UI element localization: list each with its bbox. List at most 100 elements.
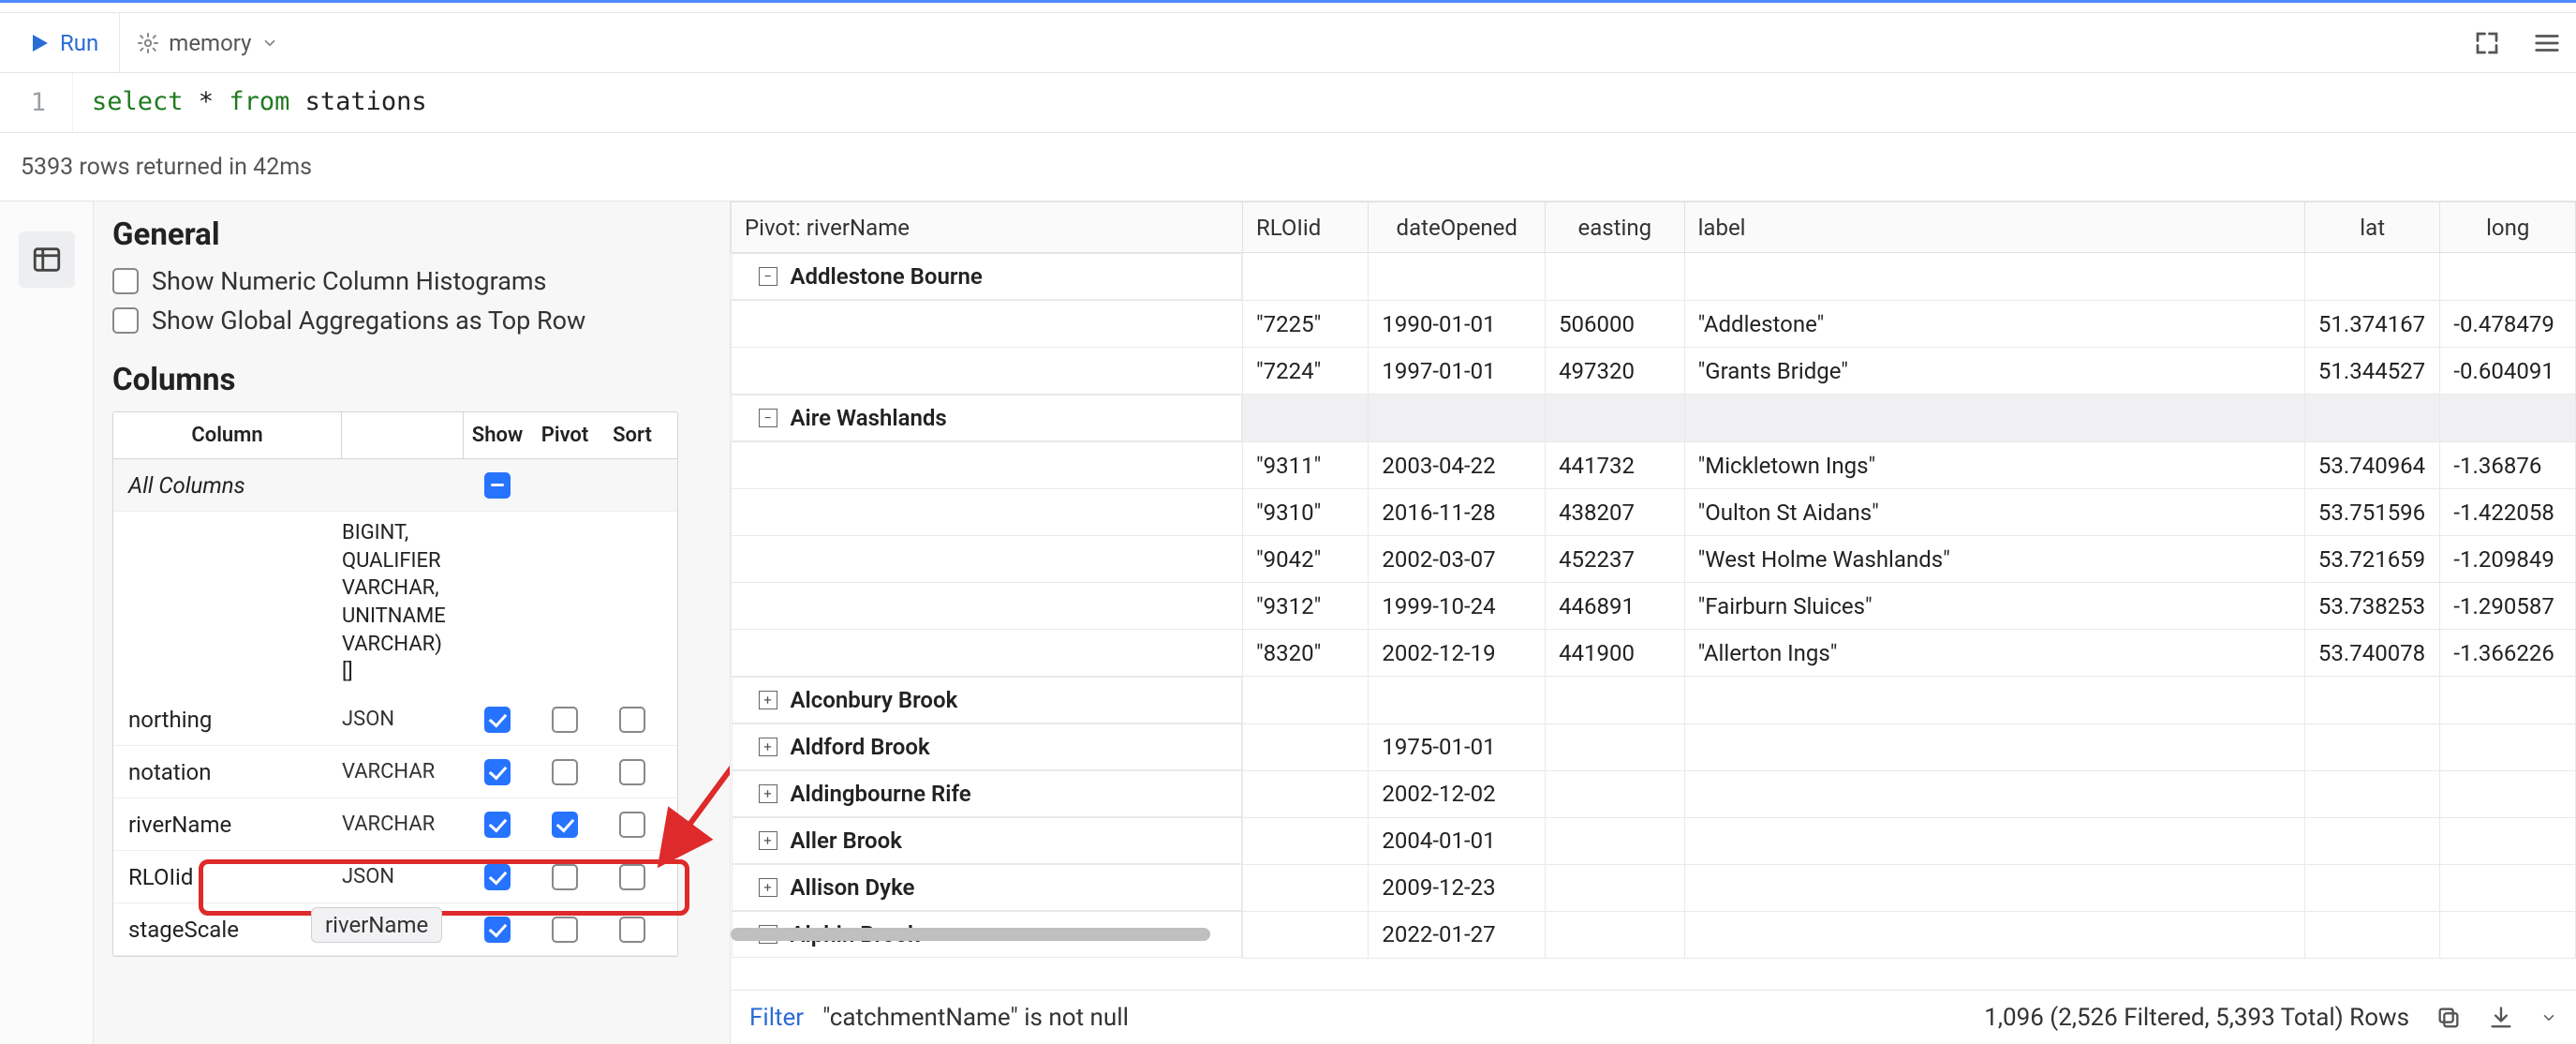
cell-easting: 452237 <box>1546 536 1685 583</box>
connection-label: memory <box>169 30 251 56</box>
opt-aggregations[interactable]: Show Global Aggregations as Top Row <box>112 306 711 336</box>
run-button[interactable]: Run <box>15 13 120 72</box>
cell-easting: 446891 <box>1546 583 1685 630</box>
grid-header-long[interactable]: long <box>2440 202 2576 253</box>
sql-code: select * from stations <box>73 73 2576 132</box>
pivot-checkbox[interactable] <box>552 707 578 733</box>
grid-row[interactable]: +Alconbury Brook <box>732 677 2576 724</box>
cell-long: -0.478479 <box>2440 301 2576 348</box>
column-row[interactable]: northing JSON <box>113 694 677 746</box>
grid-header-label[interactable]: label <box>1684 202 2304 253</box>
cell-lat: 53.740964 <box>2304 442 2440 489</box>
expand-icon[interactable]: + <box>759 738 777 756</box>
grid-row[interactable]: "7225" 1990-01-01 506000 "Addlestone" 51… <box>732 301 2576 348</box>
show-checkbox[interactable] <box>484 917 511 943</box>
all-columns-row: All Columns <box>113 459 677 512</box>
rows-count: 1,096 (2,526 Filtered, 5,393 Total) Rows <box>1984 1004 2409 1032</box>
collapse-icon[interactable]: − <box>759 267 777 286</box>
result-grid[interactable]: Pivot: riverName RLOIid dateOpened easti… <box>731 201 2576 959</box>
grid-row[interactable]: −Addlestone Bourne <box>732 253 2576 301</box>
checkbox-indeterminate[interactable] <box>484 472 511 499</box>
grid-header-lat[interactable]: lat <box>2304 202 2440 253</box>
show-checkbox[interactable] <box>484 812 511 838</box>
sort-checkbox[interactable] <box>619 917 645 943</box>
type-info: BIGINT,QUALIFIERVARCHAR,UNITNAMEVARCHAR)… <box>113 512 677 694</box>
expand-icon[interactable]: + <box>759 784 777 803</box>
grid-row[interactable]: "7224" 1997-01-01 497320 "Grants Bridge"… <box>732 348 2576 395</box>
column-row[interactable]: notation VARCHAR <box>113 746 677 798</box>
column-row[interactable]: RLOIid JSON <box>113 851 677 903</box>
column-row[interactable]: riverName VARCHAR <box>113 798 677 851</box>
cell-rloid: "7225" <box>1242 301 1368 348</box>
column-type: VARCHAR <box>342 803 464 845</box>
pivot-checkbox[interactable] <box>552 812 578 838</box>
col-header-column: Column <box>113 412 342 458</box>
copy-icon[interactable] <box>2435 1005 2462 1031</box>
menu-icon[interactable] <box>2533 29 2561 57</box>
gear-icon <box>137 32 159 54</box>
cell-rloid: "7224" <box>1242 348 1368 395</box>
pivot-checkbox[interactable] <box>552 864 578 890</box>
cell-long: -1.366226 <box>2440 630 2576 677</box>
filter-link[interactable]: Filter <box>749 1004 804 1032</box>
show-checkbox[interactable] <box>484 864 511 890</box>
cell-label: "West Holme Washlands" <box>1684 536 2304 583</box>
cell-date: 2003-04-22 <box>1369 442 1546 489</box>
cell-date: 1997-01-01 <box>1369 348 1546 395</box>
cell-lat: 53.751596 <box>2304 489 2440 536</box>
group-label: Aldingbourne Rife <box>791 781 971 807</box>
pivot-checkbox[interactable] <box>552 759 578 785</box>
pivot-checkbox[interactable] <box>552 917 578 943</box>
cell-lat: 53.738253 <box>2304 583 2440 630</box>
sort-checkbox[interactable] <box>619 759 645 785</box>
cell-long: -1.36876 <box>2440 442 2576 489</box>
grid-row[interactable]: −Aire Washlands <box>732 395 2576 442</box>
grid-row[interactable]: +Allison Dyke 2009-12-23 <box>732 864 2576 911</box>
col-header-show: Show <box>464 412 531 458</box>
cell-rloid: "9312" <box>1242 583 1368 630</box>
cell-label: "Allerton Ings" <box>1684 630 2304 677</box>
sort-checkbox[interactable] <box>619 864 645 890</box>
cell-easting: 441732 <box>1546 442 1685 489</box>
grid-row[interactable]: "9312" 1999-10-24 446891 "Fairburn Sluic… <box>732 583 2576 630</box>
sort-checkbox[interactable] <box>619 707 645 733</box>
grid-header-date[interactable]: dateOpened <box>1369 202 1546 253</box>
grid-row[interactable]: +Aller Brook 2004-01-01 <box>732 817 2576 864</box>
column-name: stageScale <box>113 907 342 952</box>
grid-row[interactable]: "9311" 2003-04-22 441732 "Mickletown Ing… <box>732 442 2576 489</box>
grid-header-easting[interactable]: easting <box>1546 202 1685 253</box>
grid-row[interactable]: "9042" 2002-03-07 452237 "West Holme Was… <box>732 536 2576 583</box>
opt-histograms[interactable]: Show Numeric Column Histograms <box>112 266 711 296</box>
tooltip: riverName <box>311 907 442 943</box>
collapse-icon[interactable]: − <box>759 409 777 427</box>
connection-dropdown[interactable]: memory <box>120 30 294 56</box>
column-type: JSON <box>342 698 464 740</box>
panel-toggle-button[interactable] <box>19 231 75 288</box>
expand-icon[interactable] <box>2473 29 2501 57</box>
grid-header-rloid[interactable]: RLOIid <box>1242 202 1368 253</box>
grid-row[interactable]: +Aldford Brook 1975-01-01 <box>732 723 2576 770</box>
sql-editor[interactable]: 1 select * from stations <box>0 73 2576 133</box>
checkbox[interactable] <box>112 268 139 294</box>
grid-header-pivot[interactable]: Pivot: riverName <box>732 202 1243 253</box>
expand-icon[interactable]: + <box>759 878 777 897</box>
column-name: riverName <box>113 802 342 847</box>
col-header-sort: Sort <box>599 412 666 458</box>
cell-easting: 497320 <box>1546 348 1685 395</box>
show-checkbox[interactable] <box>484 707 511 733</box>
cell-rloid: "9311" <box>1242 442 1368 489</box>
chevron-down-icon[interactable] <box>2540 1009 2557 1026</box>
grid-row[interactable]: +Aldingbourne Rife 2002-12-02 <box>732 770 2576 817</box>
show-checkbox[interactable] <box>484 759 511 785</box>
download-icon[interactable] <box>2488 1005 2514 1031</box>
checkbox[interactable] <box>112 307 139 334</box>
grid-row[interactable]: "8320" 2002-12-19 441900 "Allerton Ings"… <box>732 630 2576 677</box>
horizontal-scrollbar[interactable] <box>731 928 1241 941</box>
expand-icon[interactable]: + <box>759 691 777 709</box>
group-label: Aldford Brook <box>791 734 930 760</box>
sort-checkbox[interactable] <box>619 812 645 838</box>
expand-icon[interactable]: + <box>759 831 777 850</box>
grid-row[interactable]: "9310" 2016-11-28 438207 "Oulton St Aida… <box>732 489 2576 536</box>
cell-long: -1.209849 <box>2440 536 2576 583</box>
cell-lat: 53.721659 <box>2304 536 2440 583</box>
